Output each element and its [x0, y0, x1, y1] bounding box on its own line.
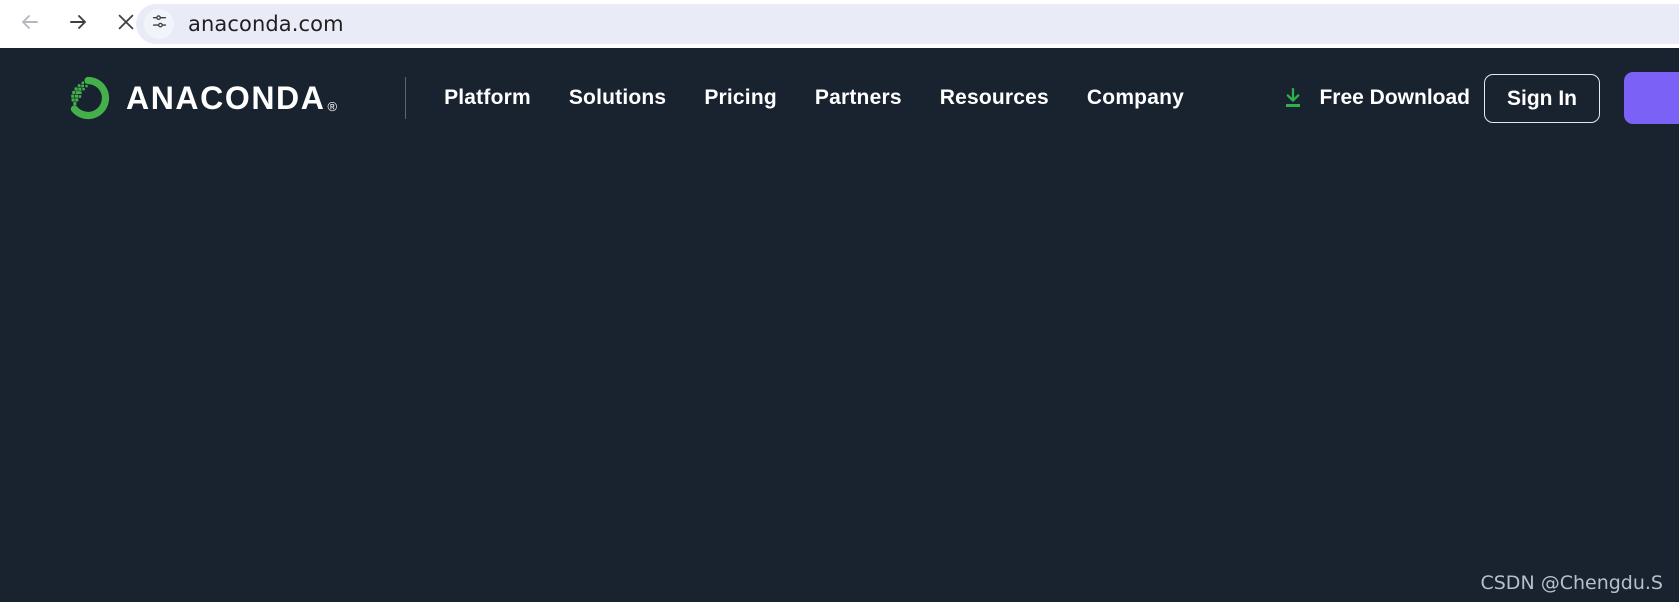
- nav-item-partners[interactable]: Partners: [815, 86, 902, 110]
- registered-mark: ®: [327, 99, 338, 114]
- nav-item-pricing[interactable]: Pricing: [704, 86, 777, 110]
- site-info-button[interactable]: [144, 9, 174, 39]
- site-header: ANACONDA ® Platform Solutions Pricing Pa…: [0, 48, 1679, 148]
- download-icon: [1281, 86, 1305, 110]
- primary-cta-button[interactable]: [1624, 72, 1679, 124]
- header-divider: [405, 77, 407, 119]
- close-x-icon: [115, 11, 137, 38]
- sign-in-button[interactable]: Sign In: [1484, 73, 1600, 123]
- brand-logo[interactable]: ANACONDA ®: [66, 76, 337, 120]
- brand-wordmark-text: ANACONDA: [126, 80, 326, 116]
- url-text[interactable]: anaconda.com: [188, 13, 344, 35]
- brand-wordmark: ANACONDA ®: [126, 82, 337, 114]
- nav-item-resources[interactable]: Resources: [940, 86, 1049, 110]
- watermark-text: CSDN @Chengdu.S: [1480, 572, 1663, 594]
- browser-toolbar: anaconda.com: [0, 0, 1679, 48]
- free-download-label: Free Download: [1319, 86, 1470, 109]
- header-actions: Free Download Sign In: [1281, 48, 1679, 148]
- anaconda-ring-icon: [66, 76, 110, 120]
- browser-nav-buttons: [0, 0, 150, 48]
- page-content: ANACONDA ® Platform Solutions Pricing Pa…: [0, 48, 1679, 602]
- main-navigation: Platform Solutions Pricing Partners Reso…: [444, 86, 1184, 110]
- arrow-right-icon: [66, 10, 90, 39]
- forward-button[interactable]: [58, 4, 98, 44]
- nav-item-company[interactable]: Company: [1087, 86, 1184, 110]
- nav-item-solutions[interactable]: Solutions: [569, 86, 666, 110]
- tune-sliders-icon: [151, 13, 168, 35]
- arrow-left-icon: [18, 10, 42, 39]
- nav-item-platform[interactable]: Platform: [444, 86, 531, 110]
- free-download-link[interactable]: Free Download: [1281, 86, 1470, 110]
- address-bar[interactable]: anaconda.com: [136, 4, 1679, 44]
- back-button[interactable]: [10, 4, 50, 44]
